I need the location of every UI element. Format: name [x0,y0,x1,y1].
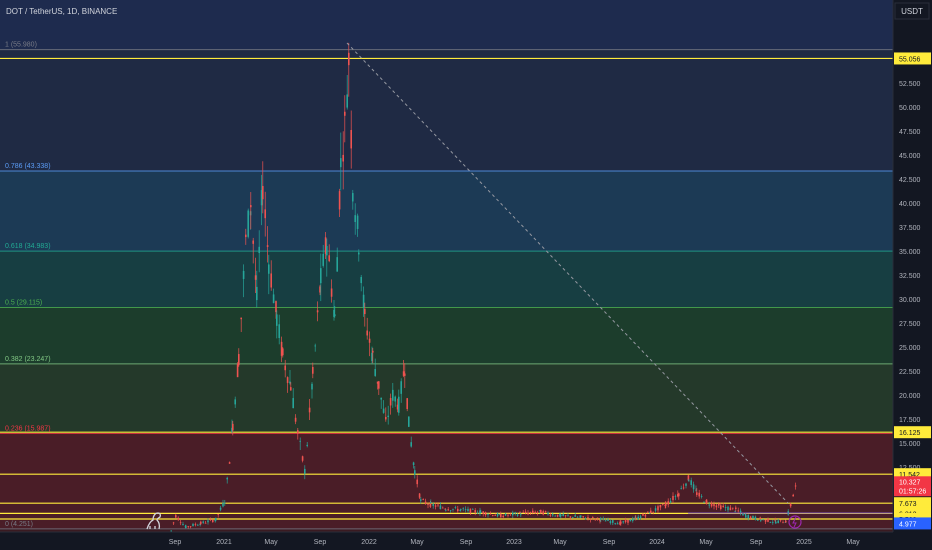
time-label: 2025 [796,539,812,546]
price-tick: 30.000 [899,297,921,304]
fib-zone [0,433,893,529]
price-tick: 37.500 [899,225,921,232]
time-label: May [410,539,424,546]
time-label: May [846,539,860,546]
time-label: 2024 [649,539,665,546]
price-tick: 15.000 [899,441,921,448]
price-tick: 40.000 [899,201,921,208]
time-label: Sep [169,539,182,546]
price-badge-text: 55.056 [899,56,921,63]
price-badge-text: 7.673 [899,501,917,508]
fib-label: 0.5 (29.115) [5,299,42,306]
time-label: Sep [460,539,473,546]
time-label: Sep [314,539,327,546]
fib-label: 0.382 (23.247) [5,356,51,363]
current-price-text: 10.327 [899,479,921,486]
fib-zone [0,363,893,434]
fib-label: 0.236 (15.987) [5,426,51,433]
price-tick: 50.000 [899,105,921,112]
price-axis-bg [893,0,932,532]
fib-zone [0,49,893,171]
price-tick: 42.500 [899,177,921,184]
fib-zone [0,170,893,252]
chart-title: DOT / TetherUS, 1D, BINANCE [6,7,117,16]
time-label: 2023 [506,539,522,546]
price-tick: 45.000 [899,153,921,160]
price-tick: 32.500 [899,273,921,280]
price-tick: 52.500 [899,81,921,88]
price-tick: 35.000 [899,249,921,256]
price-badge-text: 16.125 [899,430,921,437]
current-price-badge: 10.327 01:57:26 [894,476,931,497]
currency-label: USDT [901,7,923,16]
time-label: May [553,539,567,546]
time-axis-labels: Sep 2021 May Sep 2022 May Sep 2023 May Sep 2024 May… [169,539,860,546]
time-label: May [699,539,713,546]
price-tick: 22.500 [899,369,921,376]
fib-label: 0 (4.251) [5,521,33,528]
price-tick: 47.500 [899,129,921,136]
price-tick: 27.500 [899,321,921,328]
price-chart[interactable]: 1 (55.980) 0.786 (43.338) 0.618 (34.983) 0.… [0,0,932,550]
fib-label: 0.618 (34.983) [5,243,51,250]
price-tick: 17.500 [899,417,921,424]
time-label: 2022 [361,539,377,546]
fib-zone [0,307,893,364]
time-label: May [264,539,278,546]
fib-label: 0.786 (43.338) [5,163,51,170]
time-label: 2021 [216,539,232,546]
fib-zones [0,0,893,532]
countdown-text: 01:57:26 [899,488,926,495]
time-label: Sep [603,539,616,546]
price-tick: 20.000 [899,393,921,400]
price-tick: 25.000 [899,345,921,352]
fib-label: 1 (55.980) [5,42,37,49]
fib-zone [0,251,893,308]
time-label: Sep [750,539,763,546]
price-badge-text: 4.977 [899,521,917,528]
